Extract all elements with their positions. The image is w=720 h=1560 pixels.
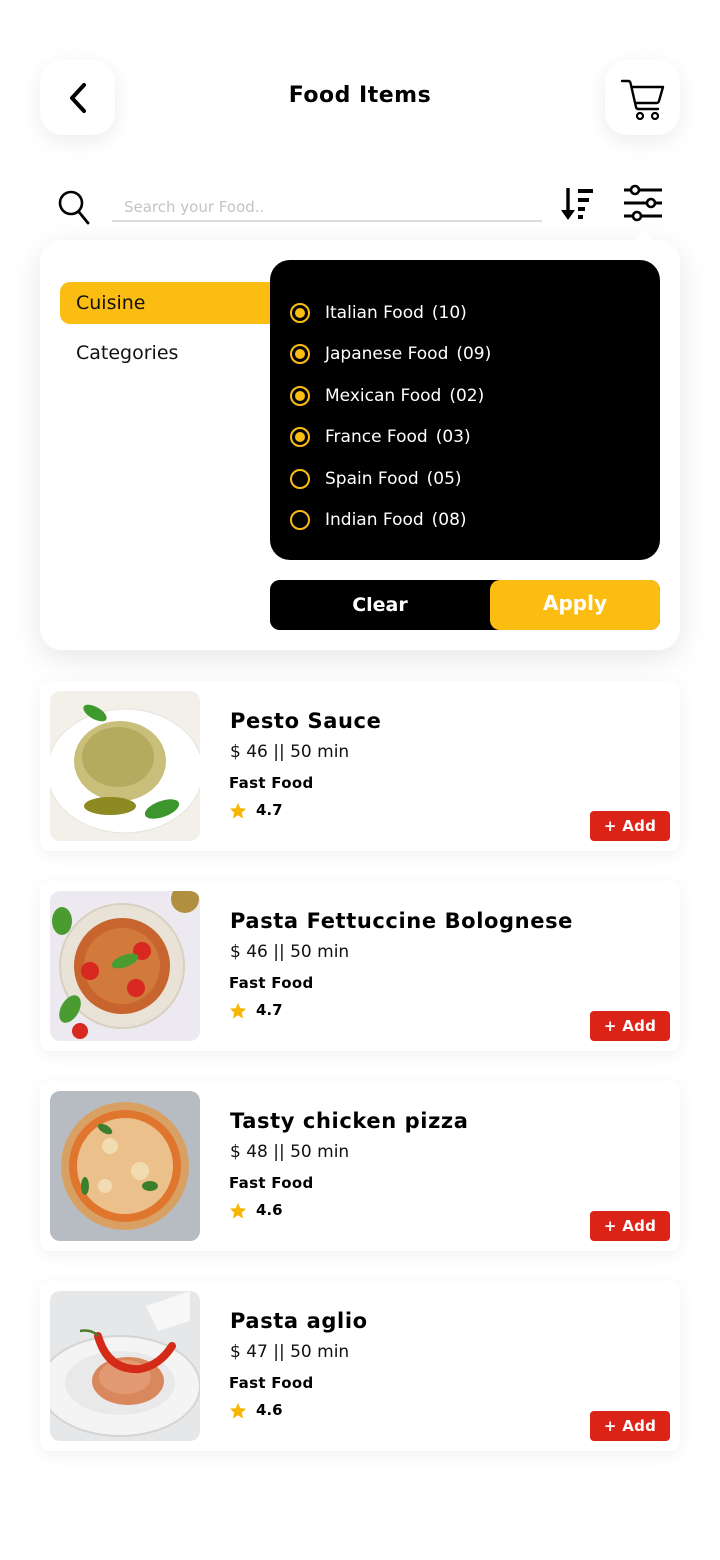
radio-checked-icon[interactable]: [290, 427, 310, 448]
option-indian-food[interactable]: Indian Food (08): [290, 500, 640, 542]
food-price-time: $ 46 || 50 min: [230, 742, 350, 762]
food-rating: 4.7: [229, 1001, 283, 1019]
food-rating: 4.7: [229, 801, 283, 819]
food-card[interactable]: Pesto Sauce $ 46 || 50 min Fast Food 4.7…: [40, 681, 680, 851]
search-input[interactable]: [112, 192, 542, 222]
food-category: Fast Food: [229, 974, 314, 992]
food-category: Fast Food: [229, 1374, 314, 1392]
food-card[interactable]: Tasty chicken pizza $ 48 || 50 min Fast …: [40, 1081, 680, 1251]
option-spain-food[interactable]: Spain Food (05): [290, 458, 640, 500]
option-count: (10): [431, 302, 467, 323]
food-name: Pasta Fettuccine Bolognese: [230, 909, 574, 933]
add-button[interactable]: + Add: [590, 811, 670, 841]
food-name: Pesto Sauce: [230, 709, 382, 733]
filter-panel: Cuisine Categories Italian Food (10) Jap…: [40, 230, 680, 650]
food-category: Fast Food: [229, 1174, 314, 1192]
option-label: France Food: [325, 427, 428, 448]
option-count: (05): [426, 468, 462, 489]
option-label: Spain Food: [325, 468, 419, 489]
food-price-time: $ 48 || 50 min: [230, 1142, 350, 1162]
apply-button[interactable]: Apply: [490, 580, 660, 630]
option-label: Japanese Food: [325, 344, 449, 365]
food-name: Pasta aglio: [230, 1309, 368, 1333]
food-image-pesto-pasta: [50, 691, 200, 841]
food-name: Tasty chicken pizza: [230, 1109, 469, 1133]
filter-actions: Clear Apply: [270, 580, 660, 630]
option-label: Italian Food: [325, 302, 424, 323]
rating-value: 4.6: [256, 1401, 283, 1419]
food-card[interactable]: Pasta aglio $ 47 || 50 min Fast Food 4.6…: [40, 1281, 680, 1451]
option-japanese-food[interactable]: Japanese Food (09): [290, 334, 640, 376]
radio-checked-icon[interactable]: [290, 302, 310, 323]
cart-button[interactable]: [605, 60, 680, 135]
food-price-time: $ 47 || 50 min: [230, 1342, 350, 1362]
clear-button[interactable]: Clear: [270, 580, 490, 630]
option-count: (03): [435, 427, 471, 448]
food-image-pasta-aglio: [50, 1291, 200, 1441]
shopping-cart-icon: [620, 79, 664, 120]
food-rating: 4.6: [229, 1201, 283, 1219]
star-icon: [229, 1002, 247, 1019]
add-button[interactable]: + Add: [590, 1211, 670, 1241]
search-bar: [56, 184, 676, 228]
radio-checked-icon[interactable]: [290, 385, 310, 406]
option-france-food[interactable]: France Food (03): [290, 417, 640, 459]
rating-value: 4.6: [256, 1201, 283, 1219]
radio-unchecked-icon[interactable]: [290, 468, 310, 489]
food-price-time: $ 46 || 50 min: [230, 942, 350, 962]
rating-value: 4.7: [256, 801, 283, 819]
sliders-icon[interactable]: [622, 184, 666, 224]
food-category: Fast Food: [229, 774, 314, 792]
search-icon[interactable]: [56, 188, 92, 226]
radio-unchecked-icon[interactable]: [290, 510, 310, 531]
option-label: Mexican Food: [325, 385, 442, 406]
option-count: (02): [449, 385, 485, 406]
food-image-chicken-pizza: [50, 1091, 200, 1241]
option-count: (09): [456, 344, 492, 365]
star-icon: [229, 1402, 247, 1419]
radio-checked-icon[interactable]: [290, 344, 310, 365]
option-italian-food[interactable]: Italian Food (10): [290, 292, 640, 334]
add-button[interactable]: + Add: [590, 1011, 670, 1041]
star-icon: [229, 802, 247, 819]
tab-categories[interactable]: Categories: [60, 332, 280, 374]
option-label: Indian Food: [325, 510, 424, 531]
add-button[interactable]: + Add: [590, 1411, 670, 1441]
food-image-bolognese-pasta: [50, 891, 200, 1041]
star-icon: [229, 1202, 247, 1219]
sort-descending-icon[interactable]: [560, 186, 596, 224]
cuisine-options-list: Italian Food (10) Japanese Food (09) Mex…: [270, 260, 660, 560]
food-rating: 4.6: [229, 1401, 283, 1419]
option-count: (08): [431, 510, 467, 531]
option-mexican-food[interactable]: Mexican Food (02): [290, 375, 640, 417]
tab-cuisine[interactable]: Cuisine: [60, 282, 280, 324]
food-card[interactable]: Pasta Fettuccine Bolognese $ 46 || 50 mi…: [40, 881, 680, 1051]
rating-value: 4.7: [256, 1001, 283, 1019]
